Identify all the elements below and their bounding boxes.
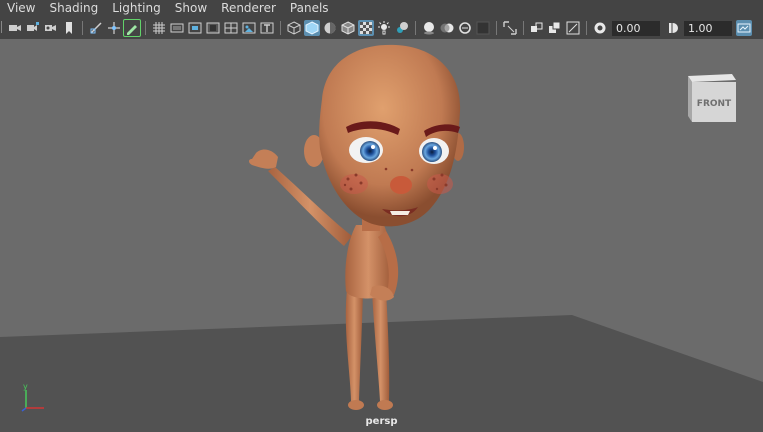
smooth-shade-icon[interactable] <box>304 20 320 36</box>
exposure-field[interactable] <box>612 20 660 36</box>
character-cheek-left <box>340 174 368 194</box>
shadows-icon[interactable] <box>394 20 410 36</box>
gate-mask-icon[interactable] <box>205 20 221 36</box>
eye-highlight <box>433 146 437 150</box>
pencil-icon[interactable] <box>123 19 141 37</box>
panel-toolbar <box>0 17 763 39</box>
depth-of-field-icon[interactable] <box>475 20 491 36</box>
axis-gizmo: y <box>21 382 44 412</box>
character-nose <box>390 176 412 194</box>
film-gate-icon[interactable] <box>169 20 185 36</box>
toolbar-separator <box>145 21 146 35</box>
color-management-icon[interactable] <box>736 20 752 36</box>
menu-shading[interactable]: Shading <box>42 0 105 17</box>
3d-viewport[interactable]: FRONT y persp <box>0 39 763 432</box>
wireframe-icon[interactable] <box>286 20 302 36</box>
xray-active-components-icon[interactable] <box>547 20 563 36</box>
viewcube[interactable]: FRONT <box>684 72 736 122</box>
resolution-gate-icon[interactable] <box>187 20 203 36</box>
camera-label: persp <box>365 416 398 427</box>
eye-highlight <box>371 145 375 149</box>
screen-space-ambient-occlusion-icon[interactable] <box>421 20 437 36</box>
viewcube-label: FRONT <box>697 99 732 109</box>
lights-icon[interactable] <box>376 20 392 36</box>
character-teeth <box>390 211 410 215</box>
xray-icon[interactable] <box>358 20 374 36</box>
character-iris-left <box>360 141 380 161</box>
character-hand-raised <box>249 149 278 169</box>
use-default-material-icon[interactable] <box>322 20 338 36</box>
menu-renderer[interactable]: Renderer <box>214 0 283 17</box>
character-left-foot <box>348 400 364 410</box>
toolbar-separator <box>586 21 587 35</box>
toolbar-separator <box>496 21 497 35</box>
menu-view[interactable]: View <box>0 0 42 17</box>
grease-pencil-icon[interactable] <box>106 20 122 36</box>
exposure-icon[interactable] <box>592 20 608 36</box>
2d-pan-zoom-icon[interactable] <box>88 20 104 36</box>
gamma-icon[interactable] <box>664 20 680 36</box>
toolbar-separator <box>280 21 281 35</box>
character-cheek-right <box>427 174 453 194</box>
isolate-select-icon[interactable] <box>502 20 518 36</box>
field-chart-icon[interactable] <box>223 20 239 36</box>
menu-panels[interactable]: Panels <box>283 0 336 17</box>
xray-joints-icon[interactable] <box>529 20 545 36</box>
camera-attributes-icon[interactable] <box>25 20 41 36</box>
character-right-foot <box>377 400 393 410</box>
toolbar-separator <box>82 21 83 35</box>
toolbar-grip <box>0 19 6 38</box>
backface-culling-icon[interactable] <box>565 20 581 36</box>
menu-lighting[interactable]: Lighting <box>105 0 168 17</box>
grid-icon[interactable] <box>151 20 167 36</box>
menu-show[interactable]: Show <box>168 0 214 17</box>
character-head <box>319 44 461 227</box>
axis-label-y: y <box>23 382 28 391</box>
toolbar-separator <box>415 21 416 35</box>
image-plane-icon[interactable] <box>61 20 77 36</box>
bookmarks-icon[interactable] <box>43 20 59 36</box>
safe-title-icon[interactable] <box>259 20 275 36</box>
motion-blur-icon[interactable] <box>439 20 455 36</box>
safe-action-icon[interactable] <box>241 20 257 36</box>
character-iris-right <box>422 142 442 162</box>
toolbar-separator <box>523 21 524 35</box>
multisample-aa-icon[interactable] <box>457 20 473 36</box>
scene-render <box>0 44 763 432</box>
camera-select-icon[interactable] <box>7 20 23 36</box>
panel-menubar: View Shading Lighting Show Renderer Pane… <box>0 0 763 17</box>
wireframe-on-shaded-icon[interactable] <box>340 20 356 36</box>
gamma-field[interactable] <box>684 20 732 36</box>
